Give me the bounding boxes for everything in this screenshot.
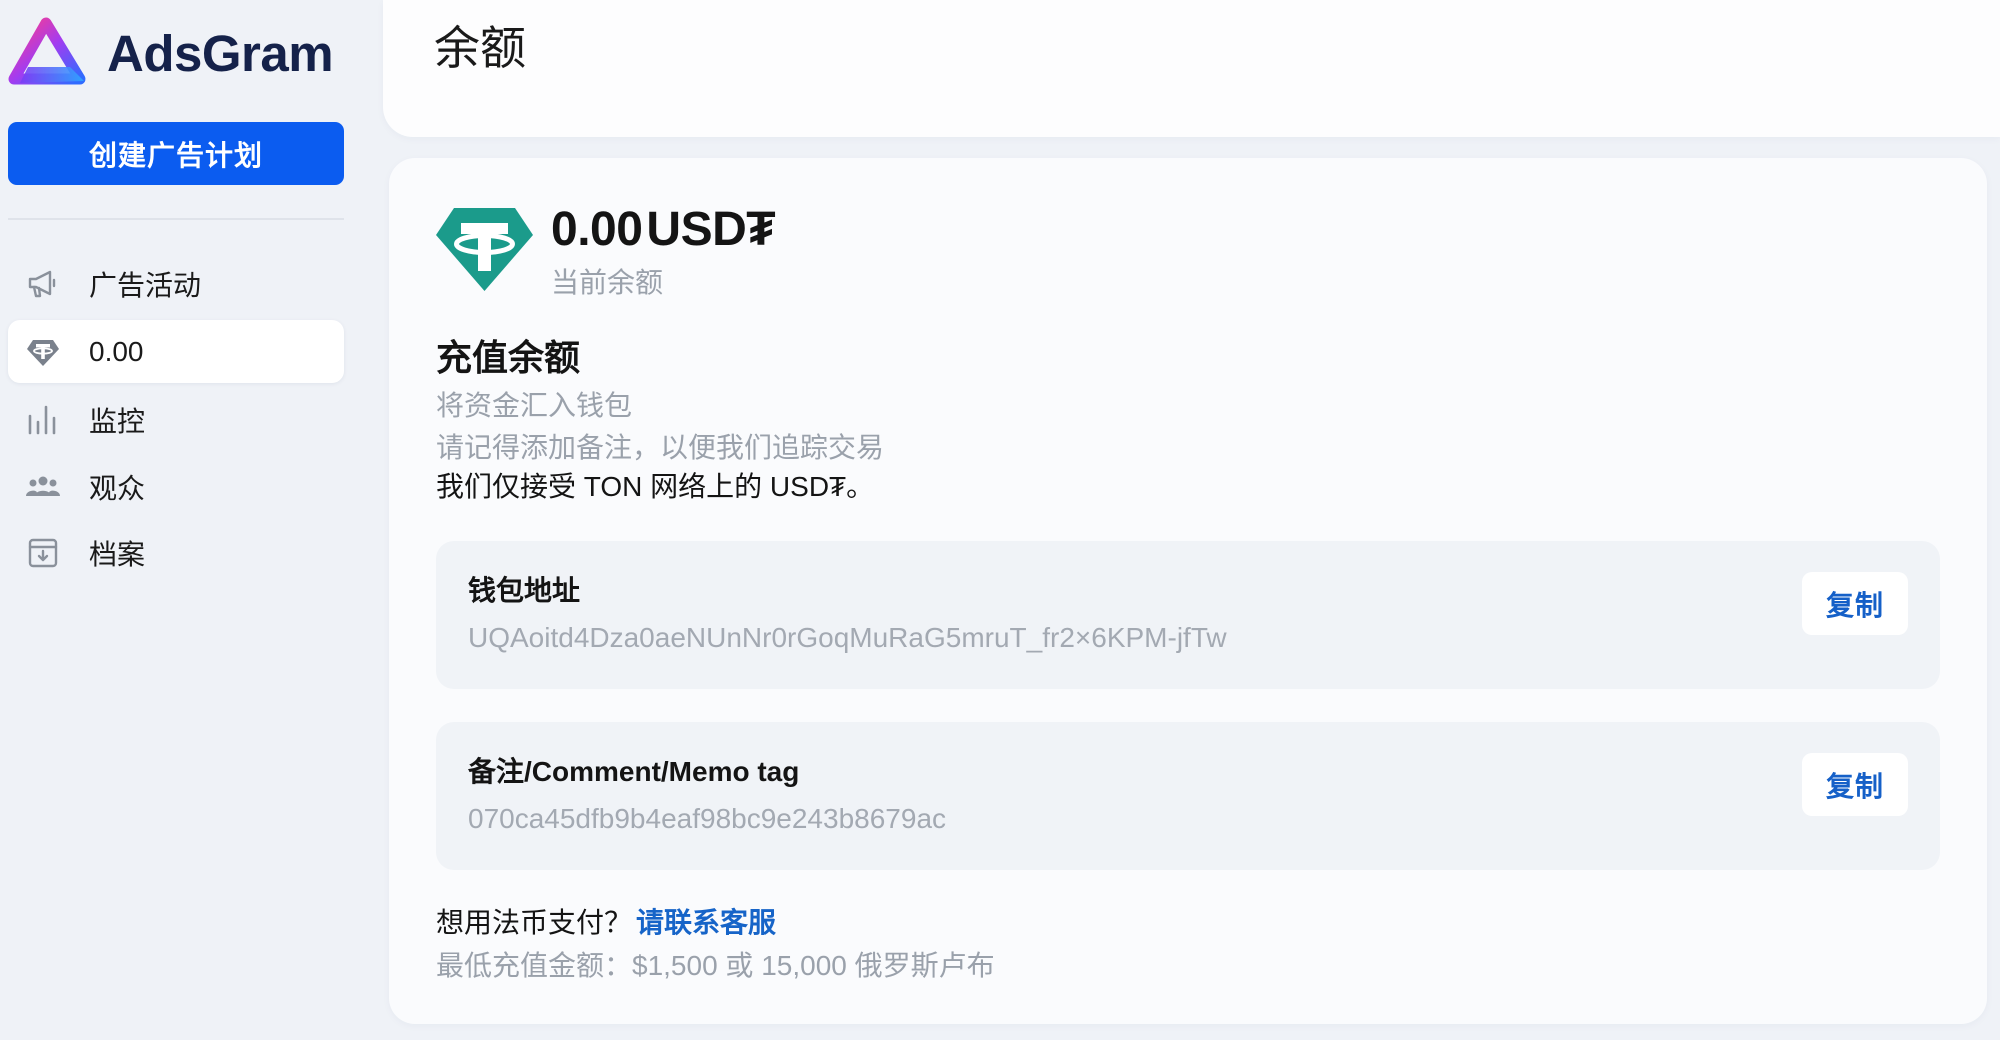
sidebar-item-label: 档案 [89, 538, 146, 570]
copy-memo-tag-button[interactable]: 复制 [1802, 753, 1908, 816]
balance-card: 0.00USD₮ 当前余额 充值余额 将资金汇入钱包 请记得添加备注，以便我们追… [389, 158, 1987, 1024]
sidebar-item-label: 0.00 [89, 335, 144, 367]
sidebar-item-archive[interactable]: 档案 [8, 521, 344, 584]
page-title: 余额 [434, 22, 526, 74]
wallet-address-value: UQAoitd4Dza0aeNUnNr0rGoqMuRaG5mruT_fr2×6… [468, 622, 1227, 653]
sidebar-divider [8, 218, 344, 220]
brand-home-link[interactable]: AdsGram [8, 14, 334, 90]
brand-name: AdsGram [107, 25, 334, 82]
sidebar-item-campaigns[interactable]: 广告活动 [8, 252, 344, 315]
users-icon [24, 468, 62, 506]
balance-caption: 当前余额 [551, 267, 664, 298]
archive-icon [24, 534, 62, 572]
adsgram-logo-icon [8, 17, 86, 85]
bar-chart-icon [24, 401, 62, 439]
sidebar-item-label: 观众 [89, 472, 146, 504]
tether-logo-icon [436, 208, 533, 291]
create-campaign-button[interactable]: 创建广告计划 [8, 122, 344, 185]
wallet-address-label: 钱包地址 [468, 575, 581, 606]
sidebar-item-balance[interactable]: 0.00 [8, 320, 344, 383]
wallet-address-box: 钱包地址 UQAoitd4Dza0aeNUnNr0rGoqMuRaG5mruT_… [436, 541, 1940, 689]
sidebar-item-monitoring[interactable]: 监控 [8, 388, 344, 451]
sidebar-item-audience[interactable]: 观众 [8, 455, 344, 518]
copy-wallet-address-button[interactable]: 复制 [1802, 572, 1908, 635]
memo-tag-label: 备注/Comment/Memo tag [468, 756, 800, 787]
memo-tag-box: 备注/Comment/Memo tag 070ca45dfb9b4eaf98bc… [436, 722, 1940, 870]
balance-value: 0.00 [551, 203, 643, 256]
topup-instruction: 将资金汇入钱包 [436, 390, 633, 421]
contact-support-link[interactable]: 请联系客服 [636, 907, 776, 938]
page-header: 余额 [383, 0, 2000, 137]
tether-icon [24, 333, 62, 371]
fiat-question: 想用法币支付？ [436, 907, 633, 938]
sidebar-item-label: 广告活动 [89, 269, 202, 301]
topup-instruction: 请记得添加备注，以便我们追踪交易 [436, 432, 885, 463]
balance-amount: 0.00USD₮ [551, 202, 776, 258]
megaphone-icon [24, 265, 62, 303]
memo-tag-value: 070ca45dfb9b4eaf98bc9e243b8679ac [468, 803, 947, 834]
topup-title: 充值余额 [436, 337, 581, 378]
sidebar-item-label: 监控 [89, 405, 146, 437]
topup-network-notice: 我们仅接受 TON 网络上的 USD₮。 [436, 471, 875, 502]
fiat-payment-line: 想用法币支付？ 请联系客服 [436, 906, 776, 940]
balance-currency: USD₮ [646, 203, 776, 256]
minimum-topup-note: 最低充值金额：$1,500 或 15,000 俄罗斯卢布 [436, 950, 995, 981]
